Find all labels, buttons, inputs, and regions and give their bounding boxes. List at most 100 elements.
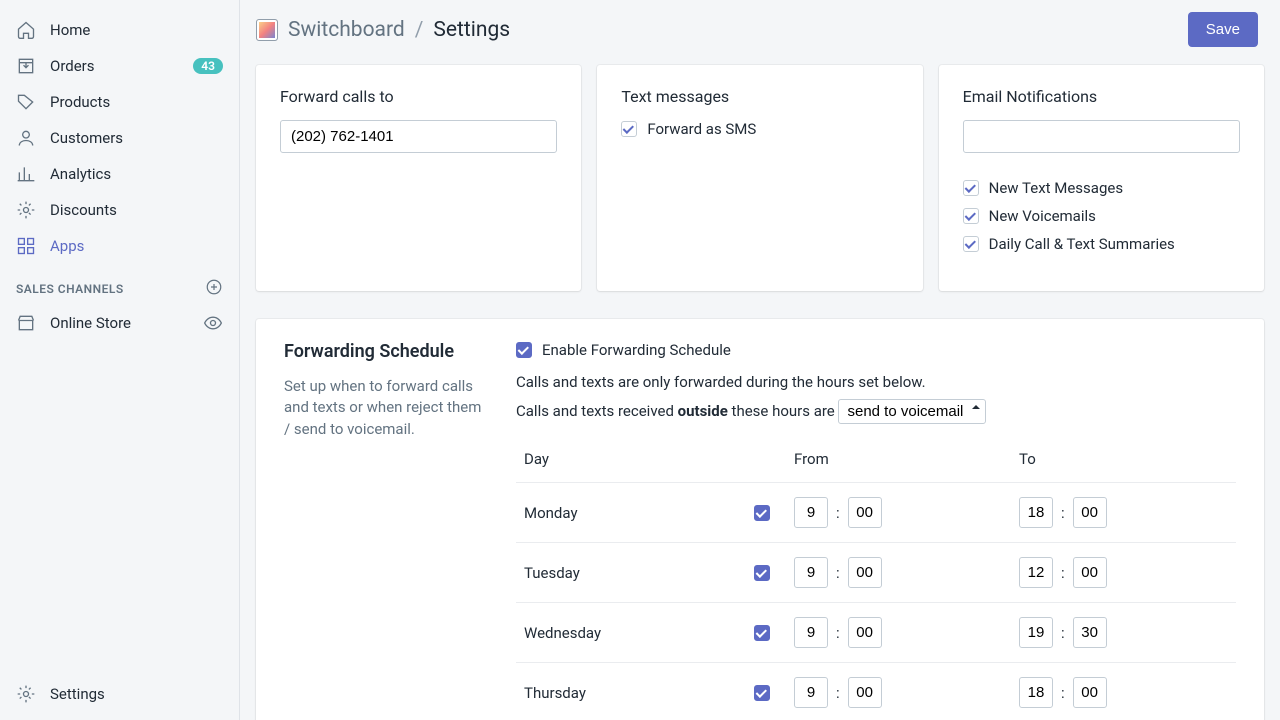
store-icon (16, 313, 36, 333)
to-hour-input[interactable] (1019, 677, 1053, 708)
from-hour-input[interactable] (794, 677, 828, 708)
from-min-input[interactable] (848, 557, 882, 588)
schedule-row: Thursday : : (516, 663, 1236, 720)
checkbox-label: Forward as SMS (647, 120, 756, 138)
nav-discounts[interactable]: Discounts (0, 192, 239, 228)
nav-label: Online Store (50, 314, 131, 332)
breadcrumb-app[interactable]: Switchboard (288, 18, 405, 42)
breadcrumb: Switchboard / Settings (288, 18, 510, 42)
day-cell: Wednesday (516, 603, 746, 663)
from-time: : (794, 677, 1003, 708)
day-cell: Monday (516, 483, 746, 543)
nav-label: Apps (50, 237, 84, 255)
nav-products[interactable]: Products (0, 84, 239, 120)
from-time: : (794, 497, 1003, 528)
from-min-input[interactable] (848, 617, 882, 648)
nav-orders[interactable]: Orders 43 (0, 48, 239, 84)
to-hour-input[interactable] (1019, 617, 1053, 648)
day-enabled-checkbox[interactable] (754, 685, 770, 701)
enable-schedule-checkbox[interactable] (516, 342, 532, 358)
app-logo-icon (256, 19, 278, 41)
orders-icon (16, 56, 36, 76)
checkbox-label: New Text Messages (989, 179, 1123, 197)
to-hour-input[interactable] (1019, 497, 1053, 528)
nav-label: Analytics (50, 165, 111, 183)
from-time: : (794, 557, 1003, 588)
nav-label: Home (50, 21, 90, 39)
card-title: Email Notifications (963, 87, 1240, 106)
outside-hours-select[interactable]: send to voicemail (838, 399, 986, 424)
settings-icon (16, 684, 36, 704)
card-text-messages: Text messages Forward as SMS (597, 65, 922, 291)
day-enabled-checkbox[interactable] (754, 505, 770, 521)
main: Switchboard / Settings Save Forward call… (240, 0, 1280, 720)
day-cell: Thursday (516, 663, 746, 720)
to-min-input[interactable] (1073, 557, 1107, 588)
nav-customers[interactable]: Customers (0, 120, 239, 156)
checkbox-label: New Voicemails (989, 207, 1096, 225)
schedule-table: Day From To Monday : : (516, 440, 1236, 720)
schedule-help-2: Calls and texts received outside these h… (516, 399, 1236, 424)
from-hour-input[interactable] (794, 557, 828, 588)
to-min-input[interactable] (1073, 617, 1107, 648)
from-min-input[interactable] (848, 497, 882, 528)
schedule-row: Monday : : (516, 483, 1236, 543)
from-hour-input[interactable] (794, 617, 828, 648)
notify-new-voicemails-checkbox[interactable] (963, 208, 979, 224)
schedule-help-1: Calls and texts are only forwarded durin… (516, 373, 1236, 391)
gear-icon (16, 200, 36, 220)
card-forward-calls: Forward calls to (256, 65, 581, 291)
schedule-row: Tuesday : : (516, 543, 1236, 603)
to-hour-input[interactable] (1019, 557, 1053, 588)
panel-side: Forwarding Schedule Set up when to forwa… (256, 319, 506, 720)
day-enabled-checkbox[interactable] (754, 625, 770, 641)
forward-sms-checkbox[interactable] (621, 121, 637, 137)
panel-body: Enable Forwarding Schedule Calls and tex… (506, 319, 1264, 720)
to-min-input[interactable] (1073, 677, 1107, 708)
th-day: Day (516, 440, 746, 483)
email-input[interactable] (963, 120, 1240, 153)
checkbox-label: Daily Call & Text Summaries (989, 235, 1175, 253)
nav-apps[interactable]: Apps (0, 228, 239, 264)
to-time: : (1019, 617, 1228, 648)
nav-label: Settings (50, 685, 105, 703)
forward-number-input[interactable] (280, 120, 557, 153)
home-icon (16, 20, 36, 40)
nav-label: Discounts (50, 201, 117, 219)
panel-heading: Forwarding Schedule (284, 341, 484, 364)
to-min-input[interactable] (1073, 497, 1107, 528)
th-to: To (1011, 440, 1236, 483)
notify-daily-summary-checkbox[interactable] (963, 236, 979, 252)
save-button[interactable]: Save (1188, 12, 1258, 47)
sidebar: Home Orders 43 Products Customers Analyt… (0, 0, 240, 720)
nav-settings[interactable]: Settings (0, 676, 239, 712)
from-time: : (794, 617, 1003, 648)
add-channel-icon[interactable] (205, 278, 223, 299)
day-cell: Tuesday (516, 543, 746, 603)
view-store-icon[interactable] (203, 313, 223, 333)
nav-online-store[interactable]: Online Store (0, 305, 239, 341)
to-time: : (1019, 677, 1228, 708)
orders-badge: 43 (193, 58, 223, 74)
card-title: Text messages (621, 87, 898, 106)
notify-new-texts-checkbox[interactable] (963, 180, 979, 196)
to-time: : (1019, 557, 1228, 588)
person-icon (16, 128, 36, 148)
nav-label: Products (50, 93, 110, 111)
to-time: : (1019, 497, 1228, 528)
breadcrumb-sep: / (415, 18, 424, 42)
from-hour-input[interactable] (794, 497, 828, 528)
nav-section-sales-channels: SALES CHANNELS (0, 264, 239, 305)
panel-desc: Set up when to forward calls and texts o… (284, 376, 484, 441)
section-label: SALES CHANNELS (16, 282, 124, 296)
nav-analytics[interactable]: Analytics (0, 156, 239, 192)
nav-home[interactable]: Home (0, 12, 239, 48)
tag-icon (16, 92, 36, 112)
day-enabled-checkbox[interactable] (754, 565, 770, 581)
apps-icon (16, 236, 36, 256)
panel-forwarding-schedule: Forwarding Schedule Set up when to forwa… (256, 319, 1264, 720)
from-min-input[interactable] (848, 677, 882, 708)
card-email-notifications: Email Notifications New Text Messages Ne… (939, 65, 1264, 291)
checkbox-label: Enable Forwarding Schedule (542, 341, 731, 359)
card-title: Forward calls to (280, 87, 557, 106)
